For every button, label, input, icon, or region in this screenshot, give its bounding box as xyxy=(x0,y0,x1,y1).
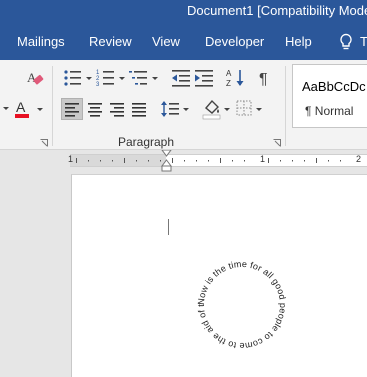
show-formatting-marks-icon[interactable]: ¶ xyxy=(259,69,273,87)
svg-text:¶: ¶ xyxy=(259,71,268,87)
decrease-indent-icon[interactable] xyxy=(172,69,192,87)
group-separator xyxy=(52,66,53,146)
align-center-icon[interactable] xyxy=(86,99,106,119)
font-color-dropdown[interactable] xyxy=(37,108,43,111)
window-title: Document1 [Compatibility Mode] xyxy=(187,3,367,18)
document-canvas: Now is the time for all good people to c… xyxy=(0,172,367,377)
ribbon: A A 1 2 3 A Z ¶ Paragraph AaBbCcDc ¶ Nor… xyxy=(0,60,367,150)
title-bar: Document1 [Compatibility Mode] xyxy=(0,0,367,22)
font-dialog-launcher-icon[interactable] xyxy=(40,139,48,147)
lightbulb-icon[interactable] xyxy=(338,33,354,51)
borders-dropdown[interactable] xyxy=(256,108,262,111)
ribbon-tabs: Mailings Review View Developer Help T xyxy=(0,22,367,60)
bullets-dropdown[interactable] xyxy=(86,77,92,80)
multilevel-dropdown[interactable] xyxy=(152,77,158,80)
circular-wordart[interactable]: Now is the time for all good people to c… xyxy=(72,175,367,377)
increase-indent-icon[interactable] xyxy=(195,69,215,87)
numbering-dropdown[interactable] xyxy=(119,77,125,80)
align-right-icon[interactable] xyxy=(108,99,128,119)
align-left-button[interactable] xyxy=(61,98,83,120)
svg-text:Z: Z xyxy=(226,79,231,88)
justify-icon[interactable] xyxy=(130,99,150,119)
svg-text:Now is the time for all good p: Now is the time for all good people to c… xyxy=(72,175,288,351)
align-left-icon xyxy=(65,103,79,117)
svg-text:A: A xyxy=(16,99,26,115)
group-separator xyxy=(285,66,286,146)
style-normal-tile[interactable]: AaBbCcDc ¶ Normal xyxy=(292,64,367,128)
shading-dropdown[interactable] xyxy=(224,108,230,111)
document-page[interactable]: Now is the time for all good people to c… xyxy=(71,174,367,377)
borders-icon[interactable] xyxy=(235,99,253,117)
sort-icon[interactable]: A Z xyxy=(226,68,246,88)
style-name-label: ¶ Normal xyxy=(305,104,354,118)
svg-text:A: A xyxy=(226,69,232,78)
ruler-ticks xyxy=(76,158,341,163)
font-color-icon[interactable]: A xyxy=(13,98,35,120)
paragraph-dialog-launcher-icon[interactable] xyxy=(273,139,281,147)
ruler-number: 1 xyxy=(68,154,74,164)
ruler-track[interactable]: 1 1 2 xyxy=(68,154,367,167)
numbering-icon[interactable]: 1 2 3 xyxy=(96,69,116,87)
horizontal-ruler: 1 1 2 xyxy=(0,150,367,172)
bullets-icon[interactable] xyxy=(63,69,83,87)
tab-view[interactable]: View xyxy=(152,34,180,49)
svg-text:3: 3 xyxy=(96,82,100,87)
clear-formatting-icon[interactable]: A xyxy=(26,69,44,87)
line-spacing-dropdown[interactable] xyxy=(183,108,189,111)
shading-icon[interactable] xyxy=(202,98,222,120)
ruler-number: 2 xyxy=(356,154,362,164)
indent-marker-icon[interactable] xyxy=(161,150,172,172)
tab-help[interactable]: Help xyxy=(285,34,312,49)
tell-me-label[interactable]: T xyxy=(360,34,367,49)
multilevel-list-icon[interactable] xyxy=(129,69,149,87)
tab-mailings[interactable]: Mailings xyxy=(17,34,65,49)
font-dropdown-arrow[interactable] xyxy=(3,107,9,110)
tab-developer[interactable]: Developer xyxy=(205,34,264,49)
line-spacing-icon[interactable] xyxy=(161,99,181,119)
ruler-number: 1 xyxy=(260,154,266,164)
style-preview-text: AaBbCcDc xyxy=(302,79,366,94)
circular-text: Now is the time for all good people to c… xyxy=(72,175,288,351)
tab-review[interactable]: Review xyxy=(89,34,132,49)
